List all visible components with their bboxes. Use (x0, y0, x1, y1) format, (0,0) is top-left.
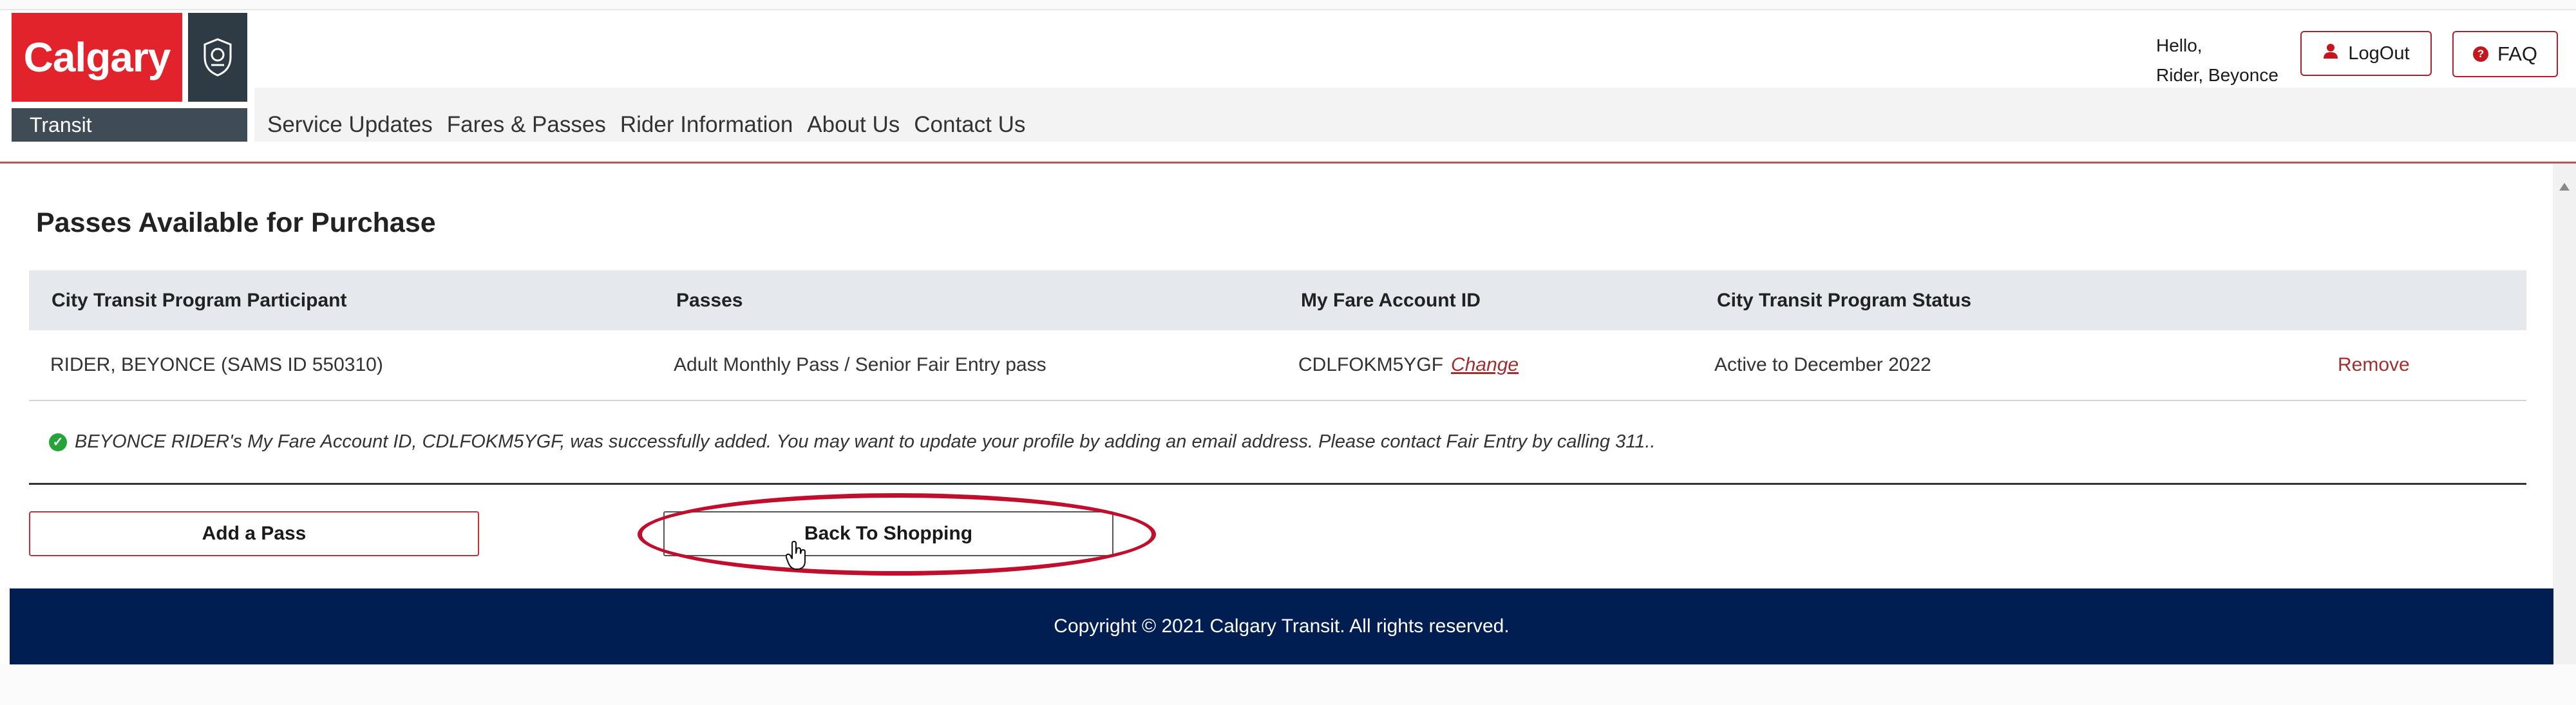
logo-sub-text: Transit (30, 113, 92, 136)
greeting-line-2: Rider, Beyonce (2156, 65, 2278, 85)
hand-cursor-icon (785, 540, 808, 574)
remove-link[interactable]: Remove (2338, 354, 2410, 376)
logout-button[interactable]: LogOut (2300, 31, 2432, 76)
cell-account-id: CDLFOKM5YGF Change (1298, 354, 1519, 376)
logo-transit-bar: Transit (12, 108, 247, 142)
nav-fares-passes[interactable]: Fares & Passes (447, 112, 606, 138)
greeting: Hello, Rider, Beyonce (2156, 31, 2278, 90)
faq-label: FAQ (2497, 42, 2537, 65)
main-nav: Service Updates Fares & Passes Rider Inf… (267, 112, 1025, 138)
page-title: Passes Available for Purchase (36, 207, 436, 238)
nav-rider-information[interactable]: Rider Information (620, 112, 793, 138)
browser-top-edge (0, 0, 2576, 10)
add-pass-label: Add a Pass (202, 523, 307, 544)
nav-about-us[interactable]: About Us (807, 112, 900, 138)
question-icon: ? (2472, 46, 2488, 62)
column-passes: Passes (676, 290, 743, 311)
nav-service-updates[interactable]: Service Updates (267, 112, 433, 138)
user-icon (2322, 42, 2339, 64)
column-status: City Transit Program Status (1717, 290, 1972, 311)
account-id-value: CDLFOKM5YGF (1298, 354, 1444, 375)
vertical-scrollbar[interactable] (2553, 164, 2576, 705)
calgary-logo[interactable]: Calgary (12, 13, 182, 102)
column-participant: City Transit Program Participant (52, 290, 347, 311)
header-divider (0, 162, 2576, 164)
back-to-shopping-button[interactable]: Back To Shopping (663, 511, 1113, 556)
column-account-id: My Fare Account ID (1301, 290, 1481, 311)
back-to-shopping-label: Back To Shopping (804, 523, 973, 544)
faq-button[interactable]: ? FAQ (2452, 31, 2558, 77)
cell-status: Active to December 2022 (1714, 354, 1931, 375)
table-header (29, 270, 2526, 330)
change-link[interactable]: Change (1451, 354, 1519, 375)
greeting-line-1: Hello, (2156, 35, 2202, 55)
copyright-text: Copyright © 2021 Calgary Transit. All ri… (1054, 616, 1510, 637)
row-divider (29, 400, 2526, 401)
logout-label: LogOut (2348, 42, 2410, 64)
nav-contact-us[interactable]: Contact Us (914, 112, 1025, 138)
cell-passes: Adult Monthly Pass / Senior Fair Entry p… (674, 354, 1046, 375)
check-circle-icon: ✓ (49, 433, 67, 451)
success-message-text: BEYONCE RIDER's My Fare Account ID, CDLF… (75, 431, 1656, 452)
bottom-whitespace (0, 664, 2576, 705)
cell-participant: RIDER, BEYONCE (SAMS ID 550310) (50, 354, 383, 375)
message-divider (29, 483, 2526, 485)
add-pass-button[interactable]: Add a Pass (29, 511, 479, 556)
crest-icon (188, 13, 247, 102)
scroll-up-icon[interactable] (2559, 183, 2570, 191)
footer: Copyright © 2021 Calgary Transit. All ri… (10, 588, 2553, 664)
logo-brand-text: Calgary (23, 34, 171, 80)
success-message: ✓ BEYONCE RIDER's My Fare Account ID, CD… (49, 431, 1655, 453)
